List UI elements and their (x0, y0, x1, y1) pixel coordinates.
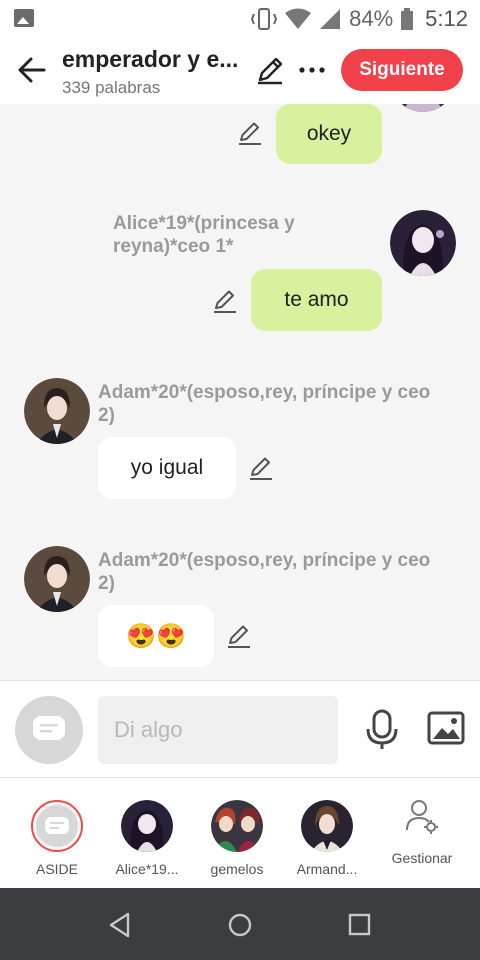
manage-characters-button[interactable]: Gestionar (377, 798, 467, 866)
avatar[interactable] (24, 546, 90, 612)
chat-bubble-icon (33, 716, 65, 740)
character-alice[interactable]: Alice*19... (102, 800, 192, 877)
status-bar: 84% 5:12 (0, 0, 480, 38)
edit-message-icon[interactable] (212, 288, 238, 314)
back-triangle-icon[interactable] (105, 910, 135, 940)
sender-name: Alice*19*(princesa y reyna)*ceo 1* (113, 213, 295, 257)
story-header: emperador y e... 339 palabras Siguiente (0, 38, 480, 104)
edit-message-icon[interactable] (248, 455, 274, 481)
message-bubble[interactable]: okey (276, 104, 382, 164)
avatar (211, 800, 263, 852)
edit-message-icon[interactable] (226, 623, 252, 649)
more-options-icon[interactable] (298, 54, 326, 86)
recents-square-icon[interactable] (345, 910, 375, 940)
system-navigation-bar (0, 888, 480, 960)
manage-user-icon (406, 800, 438, 834)
avatar[interactable] (390, 210, 456, 276)
edit-pencil-icon[interactable] (254, 54, 286, 86)
character-label: Gestionar (391, 850, 453, 866)
edit-message-icon[interactable] (237, 120, 263, 146)
sender-name: Adam*20*(esposo,rey, príncipe y ceo 2) (98, 550, 431, 594)
story-title: emperador y e... (62, 46, 239, 72)
sender-name: Adam*20*(esposo,rey, príncipe y ceo 2) (98, 382, 431, 426)
avatar (121, 800, 173, 852)
microphone-icon[interactable] (364, 709, 400, 751)
back-arrow-icon[interactable] (14, 52, 50, 88)
message-bubble[interactable]: 😍😍 (98, 605, 214, 667)
chat-type-button[interactable] (15, 696, 83, 764)
message-composer (0, 680, 480, 778)
character-label: Armand... (296, 861, 358, 877)
character-label: gemelos (210, 861, 264, 877)
character-gemelos[interactable]: gemelos (192, 800, 282, 877)
avatar (301, 800, 353, 852)
signal-icon (320, 9, 341, 29)
avatar[interactable] (390, 104, 456, 112)
next-button[interactable]: Siguiente (341, 49, 463, 91)
image-icon[interactable] (427, 711, 465, 745)
character-label: ASIDE (35, 861, 78, 877)
character-bar: ASIDE Alice*19... gemelos Armand... Gest… (0, 778, 480, 888)
chat-bubble-icon (36, 805, 78, 847)
character-armand[interactable]: Armand... (282, 800, 372, 877)
battery-icon (401, 8, 414, 30)
avatar[interactable] (24, 378, 90, 444)
word-count: 339 palabras (62, 78, 161, 97)
battery-percentage: 84% (349, 6, 394, 31)
status-indicators: 84% 5:12 (251, 5, 468, 33)
character-label: Alice*19... (115, 861, 179, 877)
vibrate-icon (251, 8, 278, 30)
gallery-notification-icon (14, 9, 34, 27)
wifi-icon (285, 8, 312, 29)
character-aside[interactable]: ASIDE (12, 800, 102, 877)
message-bubble[interactable]: yo igual (98, 437, 236, 499)
chat-area[interactable]: okey Alice*19*(princesa y reyna)*ceo 1* … (0, 104, 480, 680)
aside-avatar (31, 800, 83, 852)
message-input[interactable] (98, 696, 338, 764)
home-circle-icon[interactable] (225, 910, 255, 940)
message-bubble[interactable]: te amo (251, 269, 382, 331)
clock: 5:12 (425, 6, 468, 31)
